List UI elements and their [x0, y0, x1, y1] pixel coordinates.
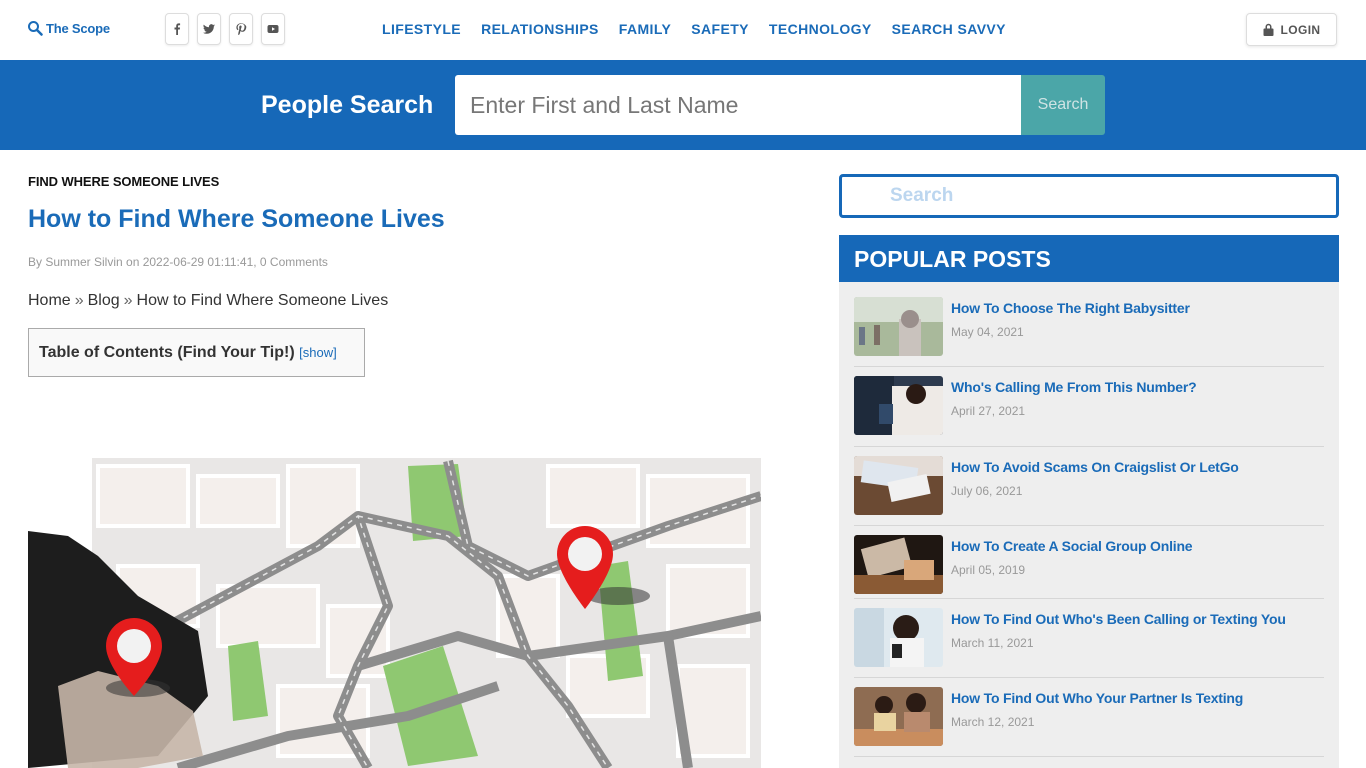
post-date: March 11, 2021: [951, 636, 1034, 650]
toc-label: Table of Contents (Find Your Tip!): [39, 344, 295, 361]
divider: [854, 446, 1324, 447]
divider: [854, 756, 1324, 757]
menu-lifestyle[interactable]: LIFESTYLE: [382, 21, 461, 37]
divider: [854, 366, 1324, 367]
login-button[interactable]: LOGIN: [1246, 13, 1337, 46]
post-date: March 12, 2021: [951, 715, 1035, 729]
divider: [854, 525, 1324, 526]
list-item[interactable]: Who's Calling Me From This Number? April…: [854, 376, 1324, 435]
menu-family[interactable]: FAMILY: [619, 21, 671, 37]
facebook-icon[interactable]: [165, 13, 189, 45]
post-thumbnail[interactable]: [854, 297, 943, 356]
people-search-band: People Search Search: [0, 60, 1366, 150]
people-search-button[interactable]: Search: [1021, 75, 1105, 135]
list-item[interactable]: How To Find Out Who's Been Calling or Te…: [854, 608, 1324, 667]
menu-safety[interactable]: SAFETY: [691, 21, 749, 37]
breadcrumb-separator: »: [74, 292, 84, 309]
list-item[interactable]: How To Choose The Right Babysitter May 0…: [854, 297, 1324, 356]
post-date: July 06, 2021: [951, 484, 1023, 498]
article-meta: By Summer Silvin on 2022-06-29 01:11:41,…: [28, 255, 328, 269]
menu-relationships[interactable]: RELATIONSHIPS: [481, 21, 599, 37]
article-title: How to Find Where Someone Lives: [28, 205, 445, 233]
article-hero-image: [28, 456, 761, 768]
breadcrumb-separator: »: [123, 292, 133, 309]
site-logo[interactable]: The Scope: [27, 20, 110, 36]
popular-posts: POPULAR POSTS How To Choose The Right Ba…: [839, 235, 1339, 768]
list-item[interactable]: How To Avoid Scams On Craigslist Or LetG…: [854, 456, 1324, 515]
post-title[interactable]: How To Find Out Who's Been Calling or Te…: [951, 611, 1286, 627]
post-title[interactable]: How To Choose The Right Babysitter: [951, 300, 1190, 316]
post-date: April 05, 2019: [951, 563, 1026, 577]
breadcrumb-current: How to Find Where Someone Lives: [136, 292, 389, 309]
divider: [854, 677, 1324, 678]
main-menu: LIFESTYLE RELATIONSHIPS FAMILY SAFETY TE…: [382, 21, 1006, 37]
list-item[interactable]: How To Create A Social Group Online Apri…: [854, 535, 1324, 594]
list-item[interactable]: How To Find Out Who Your Partner Is Text…: [854, 687, 1324, 746]
youtube-icon[interactable]: [261, 13, 285, 45]
post-title[interactable]: Who's Calling Me From This Number?: [951, 379, 1197, 395]
breadcrumb-home[interactable]: Home: [28, 292, 71, 309]
name-search-input[interactable]: [455, 75, 1021, 135]
login-label: LOGIN: [1280, 22, 1321, 37]
post-thumbnail[interactable]: [854, 687, 943, 746]
popular-posts-title: POPULAR POSTS: [839, 235, 1339, 282]
top-nav: The Scope LIFESTYLE RELATIONSHIPS FAMILY…: [0, 0, 1366, 60]
post-thumbnail[interactable]: [854, 456, 943, 515]
post-thumbnail[interactable]: [854, 535, 943, 594]
social-links: [165, 13, 285, 45]
twitter-icon[interactable]: [197, 13, 221, 45]
toc-toggle[interactable]: [show]: [299, 345, 337, 360]
table-of-contents: Table of Contents (Find Your Tip!) [show…: [28, 328, 365, 377]
breadcrumb: Home» Blog» How to Find Where Someone Live…: [28, 292, 388, 310]
post-date: April 27, 2021: [951, 404, 1026, 418]
post-title[interactable]: How To Create A Social Group Online: [951, 538, 1193, 554]
breadcrumb-blog[interactable]: Blog: [88, 292, 120, 309]
post-thumbnail[interactable]: [854, 376, 943, 435]
sidebar-search-input[interactable]: [842, 177, 1336, 215]
article-category[interactable]: FIND WHERE SOMEONE LIVES: [28, 174, 219, 189]
menu-technology[interactable]: TECHNOLOGY: [769, 21, 872, 37]
people-search-title: People Search: [261, 91, 434, 119]
logo-text: The Scope: [46, 20, 110, 36]
post-thumbnail[interactable]: [854, 608, 943, 667]
magnifier-icon: [28, 21, 43, 36]
menu-search-savvy[interactable]: SEARCH SAVVY: [892, 21, 1006, 37]
post-title[interactable]: How To Avoid Scams On Craigslist Or LetG…: [951, 459, 1239, 475]
sidebar-search: [839, 174, 1339, 218]
divider: [854, 598, 1324, 599]
post-title[interactable]: How To Find Out Who Your Partner Is Text…: [951, 690, 1243, 706]
post-date: May 04, 2021: [951, 325, 1024, 339]
pinterest-icon[interactable]: [229, 13, 253, 45]
lock-icon: [1263, 23, 1273, 36]
